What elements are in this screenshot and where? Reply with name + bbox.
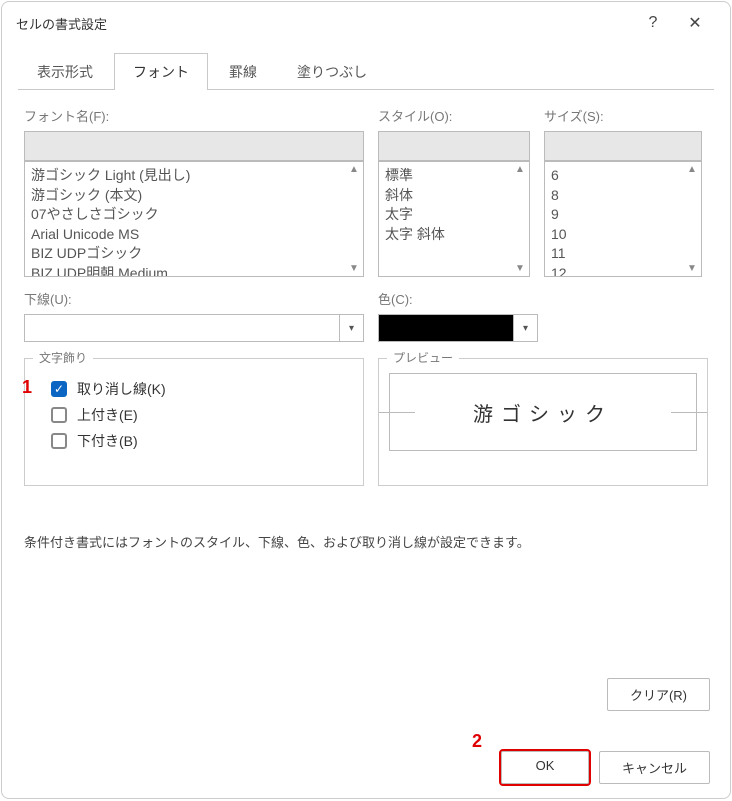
scrollbar[interactable]: ▲▼ xyxy=(347,164,361,274)
close-button[interactable]: ✕ xyxy=(674,2,716,44)
list-item[interactable]: 10 xyxy=(551,225,695,245)
font-name-input[interactable] xyxy=(24,131,364,161)
list-item[interactable]: 斜体 xyxy=(385,186,523,206)
subscript-checkbox[interactable] xyxy=(51,433,67,449)
preview-text: 游ゴシック xyxy=(473,398,613,427)
superscript-checkbox[interactable] xyxy=(51,407,67,423)
preview-box: 游ゴシック xyxy=(389,373,697,451)
font-name-list[interactable]: 游ゴシック Light (見出し) 游ゴシック (本文) 07やさしさゴシック … xyxy=(24,161,364,277)
callout-2: 2 xyxy=(472,731,482,752)
font-size-input[interactable] xyxy=(544,131,702,161)
underline-combo[interactable]: ▾ xyxy=(24,314,364,342)
chevron-down-icon[interactable]: ▾ xyxy=(514,314,538,342)
list-item[interactable]: 6 xyxy=(551,166,695,186)
color-label: 色(C): xyxy=(378,289,538,308)
chevron-down-icon[interactable]: ▾ xyxy=(340,314,364,342)
font-style-list[interactable]: 標準 斜体 太字 太字 斜体 ▲▼ xyxy=(378,161,530,277)
scrollbar[interactable]: ▲▼ xyxy=(513,164,527,274)
callout-1: 1 xyxy=(22,377,32,398)
list-item[interactable]: 標準 xyxy=(385,166,523,186)
font-name-label: フォント名(F): xyxy=(24,106,364,125)
cancel-button[interactable]: キャンセル xyxy=(599,751,710,784)
list-item[interactable]: 太字 xyxy=(385,205,523,225)
tab-fill[interactable]: 塗りつぶし xyxy=(278,53,386,90)
font-style-label: スタイル(O): xyxy=(378,106,530,125)
list-item[interactable]: 12 xyxy=(551,264,695,277)
list-item[interactable]: 游ゴシック Light (見出し) xyxy=(31,166,357,186)
ok-button[interactable]: OK xyxy=(501,751,589,784)
font-style-input[interactable] xyxy=(378,131,530,161)
list-item[interactable]: BIZ UDPゴシック xyxy=(31,244,357,264)
dialog-title: セルの書式設定 xyxy=(16,14,632,33)
scrollbar[interactable]: ▲▼ xyxy=(685,164,699,274)
clear-button[interactable]: クリア(R) xyxy=(607,678,710,711)
list-item[interactable]: 8 xyxy=(551,186,695,206)
conditional-note: 条件付き書式にはフォントのスタイル、下線、色、および取り消し線が設定できます。 xyxy=(24,532,708,551)
tab-format[interactable]: 表示形式 xyxy=(18,53,112,90)
color-combo[interactable]: ▾ xyxy=(378,314,538,342)
tab-border[interactable]: 罫線 xyxy=(210,53,276,90)
list-item[interactable]: 9 xyxy=(551,205,695,225)
list-item[interactable]: Arial Unicode MS xyxy=(31,225,357,245)
effects-legend: 文字飾り xyxy=(33,349,93,366)
help-button[interactable]: ? xyxy=(632,2,674,44)
strikethrough-checkbox[interactable]: ✓ xyxy=(51,381,67,397)
font-size-list[interactable]: 6 8 9 10 11 12 ▲▼ xyxy=(544,161,702,277)
list-item[interactable]: 游ゴシック (本文) xyxy=(31,186,357,206)
tabstrip: 表示形式 フォント 罫線 塗りつぶし xyxy=(18,52,714,90)
strikethrough-label: 取り消し線(K) xyxy=(77,379,166,399)
underline-label: 下線(U): xyxy=(24,289,364,308)
font-size-label: サイズ(S): xyxy=(544,106,702,125)
superscript-label: 上付き(E) xyxy=(77,405,138,425)
subscript-label: 下付き(B) xyxy=(77,431,138,451)
list-item[interactable]: 太字 斜体 xyxy=(385,225,523,245)
list-item[interactable]: 11 xyxy=(551,244,695,264)
list-item[interactable]: BIZ UDP明朝 Medium xyxy=(31,264,357,277)
tab-font[interactable]: フォント xyxy=(114,53,208,90)
preview-legend: プレビュー xyxy=(387,349,459,366)
list-item[interactable]: 07やさしさゴシック xyxy=(31,205,357,225)
